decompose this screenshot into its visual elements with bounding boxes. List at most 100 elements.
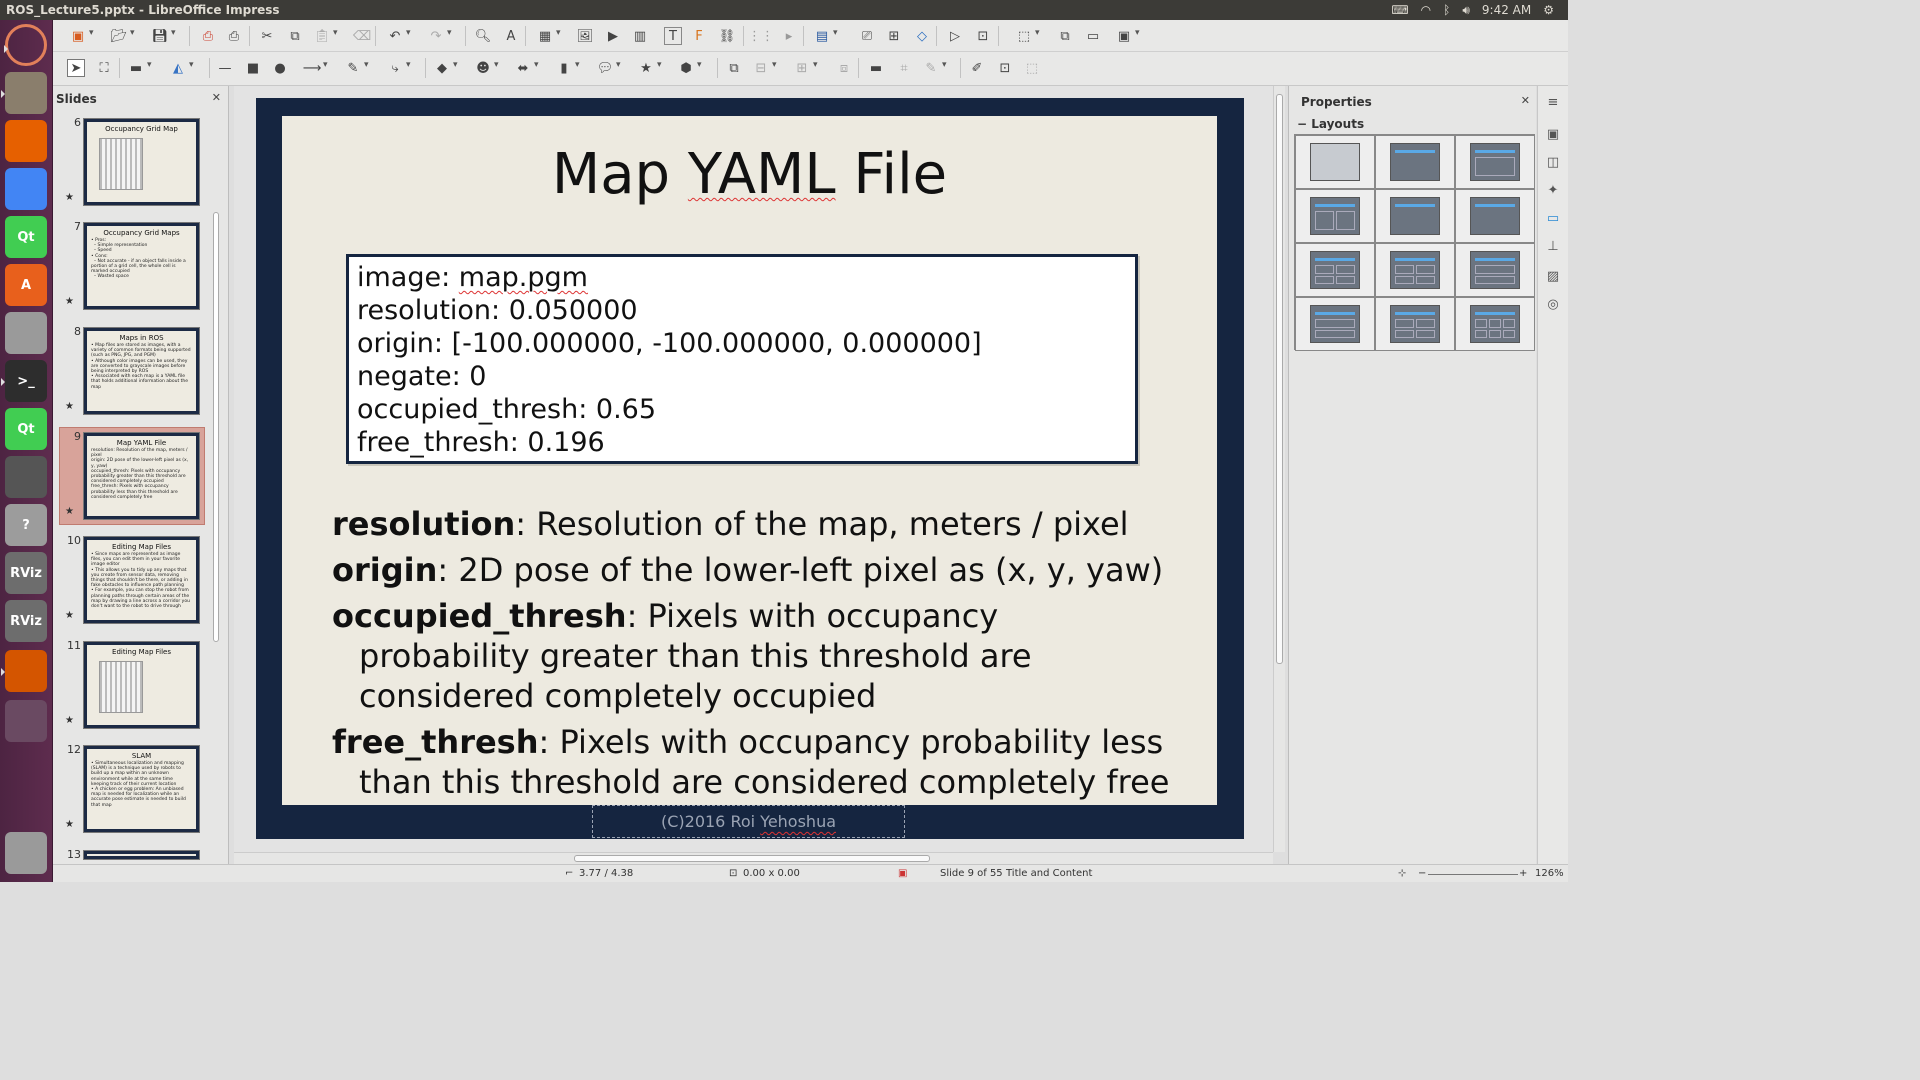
helplines-icon[interactable]: ▸ [780, 27, 798, 45]
curves-icon[interactable]: ✎ [344, 59, 369, 77]
ubuntu-dash-icon[interactable] [4, 24, 47, 66]
power-icon[interactable]: ⚙ [1543, 3, 1554, 17]
ellipse-icon[interactable]: ● [271, 59, 289, 77]
software-updater-icon[interactable] [5, 456, 47, 498]
slide-thumbnail[interactable]: SLAM • Simultaneous localization and mapp… [83, 745, 200, 833]
slide-thumbnail[interactable]: Map YAML File resolution: Resolution of t… [83, 432, 200, 520]
comment-icon[interactable]: ◇ [913, 27, 931, 45]
navigator-icon[interactable]: ▨ [1544, 268, 1562, 286]
spelling-icon[interactable]: A [502, 27, 520, 45]
terminal-icon[interactable]: >_ [1, 360, 47, 402]
qt-designer-icon[interactable]: Qt [5, 408, 47, 450]
print-icon[interactable]: ⎙ [225, 27, 243, 45]
close-icon[interactable]: ✕ [212, 91, 221, 104]
duplicate-slide-icon[interactable]: ⧉ [1056, 27, 1074, 45]
system-settings-icon[interactable] [5, 312, 47, 354]
display-views-icon[interactable]: ▤ [813, 27, 838, 45]
chart-icon[interactable]: ▥ [631, 27, 649, 45]
animation-icon[interactable]: ◫ [1544, 154, 1562, 172]
distribute-icon[interactable]: ⧈ [835, 59, 853, 77]
flowchart-icon[interactable]: ▮ [555, 59, 579, 77]
lines-arrows-icon[interactable]: ⟶ [303, 59, 328, 77]
slide-footer[interactable]: (C)2016 Roi Yehoshua [592, 805, 905, 838]
new-document-icon[interactable]: ▣ [69, 27, 94, 45]
layout-title-four-content[interactable] [1375, 297, 1455, 351]
rectangle-icon[interactable]: ■ [244, 59, 262, 77]
crop-icon[interactable]: ⌗ [895, 59, 913, 77]
compass-icon[interactable]: ◎ [1544, 296, 1562, 314]
wifi-icon[interactable]: ◠ [1421, 3, 1431, 17]
layout-blank[interactable] [1295, 135, 1375, 189]
chrome-icon[interactable] [5, 168, 47, 210]
rviz-icon[interactable]: RViz [5, 552, 47, 594]
layout-title-content-two[interactable] [1295, 243, 1375, 297]
block-arrows-icon[interactable]: ⬌ [514, 59, 539, 77]
image-icon[interactable]: 🖼︎ [576, 27, 594, 45]
slide-thumbnail[interactable]: Occupancy Grid Maps • Pros: – Simple repr… [83, 222, 200, 310]
horizontal-scrollbar[interactable] [234, 852, 1273, 864]
slide-thumbnail[interactable]: Editing Map Files [83, 641, 200, 729]
zoom-out-icon[interactable]: − [1418, 868, 1426, 879]
slide-thumbnail[interactable]: Particle Filter – FastSLAM [83, 850, 200, 860]
callouts-icon[interactable]: 💬︎ [596, 59, 621, 77]
arrange-icon[interactable]: ⊞ [793, 59, 818, 77]
layout-title-content-stacked[interactable] [1455, 243, 1535, 297]
slide-bullet-list[interactable]: resolution: Resolution of the map, meter… [332, 504, 1212, 802]
slide-title[interactable]: Map YAML File [282, 142, 1217, 207]
find-replace-icon[interactable]: 🔍︎ [474, 27, 492, 45]
master-slides-icon[interactable]: ✦ [1544, 182, 1562, 200]
media-icon[interactable]: ▶ [604, 27, 622, 45]
redo-icon[interactable]: ↷ [427, 27, 452, 45]
close-icon[interactable]: ✕ [1521, 94, 1530, 107]
undo-icon[interactable]: ↶ [386, 27, 411, 45]
select-icon[interactable]: ➤ [67, 59, 85, 77]
bluetooth-icon[interactable]: ᛒ [1443, 3, 1450, 17]
slide-thumbnail[interactable]: Editing Map Files • Since maps are repres… [83, 536, 200, 624]
document-modified-icon[interactable]: ▣ [898, 868, 907, 879]
copy-icon[interactable]: ⧉ [286, 27, 304, 45]
workspace-switcher-icon[interactable] [5, 700, 47, 742]
export-pdf-icon[interactable]: ⎙ [199, 27, 217, 45]
new-slide-icon[interactable]: ⊞ [885, 27, 903, 45]
layout-title-two-content[interactable] [1295, 189, 1375, 243]
save-icon[interactable]: 💾︎ [151, 27, 176, 45]
gallery-icon[interactable]: ⊥ [1544, 238, 1562, 256]
line-color-icon[interactable]: ▬ [127, 59, 152, 77]
vertical-scrollbar[interactable] [1273, 86, 1285, 852]
glue-points-icon[interactable]: ⊡ [996, 59, 1014, 77]
hyperlink-icon[interactable]: ⛓ [718, 27, 736, 45]
layout-title-only[interactable] [1375, 135, 1455, 189]
fit-slide-icon[interactable]: ⊹ [1398, 868, 1406, 879]
qt-creator-icon[interactable]: Qt [5, 216, 47, 258]
stars-icon[interactable]: ★ [637, 59, 661, 77]
start-from-first-icon[interactable]: ▷ [946, 27, 964, 45]
fill-color-icon[interactable]: ◭ [169, 59, 194, 77]
layout-title-content[interactable] [1455, 135, 1535, 189]
properties-tab-icon[interactable]: ≡ [1544, 94, 1562, 112]
toggle-extrusion-icon[interactable]: ⬚ [1023, 59, 1041, 77]
paste-icon[interactable]: 📋︎ [313, 27, 338, 45]
delete-slide-icon[interactable]: ▭ [1084, 27, 1102, 45]
zoom-level[interactable]: 126% [1535, 868, 1564, 879]
rviz-icon-2[interactable]: RViz [5, 600, 47, 642]
software-center-icon[interactable]: A [5, 264, 47, 306]
open-icon[interactable]: 📂︎ [110, 27, 135, 45]
sidebar-toggle-icon[interactable]: ▣ [1115, 27, 1140, 45]
zoom-in-icon[interactable]: + [1519, 868, 1527, 879]
volume-icon[interactable]: 🔊︎ [1462, 3, 1470, 18]
zoom-slider[interactable] [1428, 874, 1518, 875]
fontwork-icon[interactable]: F [690, 27, 708, 45]
layout-title-centered[interactable] [1455, 189, 1535, 243]
basic-shapes-icon[interactable]: ◆ [433, 59, 458, 77]
impress-icon[interactable] [1, 650, 47, 692]
align-icon[interactable]: ⊟ [752, 59, 777, 77]
firefox-icon[interactable] [5, 120, 47, 162]
cut-icon[interactable]: ✂ [258, 27, 276, 45]
symbol-shapes-icon[interactable]: ☻ [474, 59, 498, 77]
3d-objects-icon[interactable]: ⬢ [677, 59, 701, 77]
clock[interactable]: 9:42 AM [1482, 3, 1531, 17]
layout-title-six-content[interactable] [1455, 297, 1535, 351]
start-from-current-icon[interactable]: ⊡ [974, 27, 992, 45]
slide-transition-icon[interactable]: ▣ [1544, 126, 1562, 144]
slide-canvas[interactable]: Map YAML File image: map.pgm resolution: … [256, 98, 1244, 839]
